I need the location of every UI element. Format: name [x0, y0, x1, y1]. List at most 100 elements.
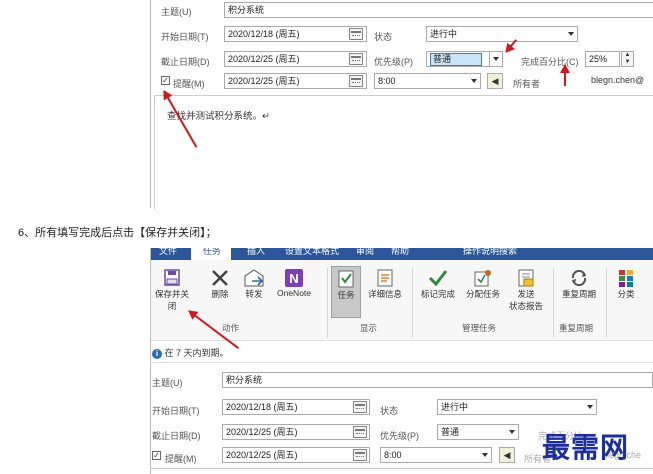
owner-label: 所有者: [513, 79, 541, 89]
lower-reminder-checkbox[interactable]: ✓: [152, 451, 161, 460]
calendar-icon[interactable]: [353, 401, 367, 413]
start-date-label: 开始日期(T): [161, 32, 209, 42]
details-button[interactable]: 详细信息: [364, 268, 406, 300]
tab-help[interactable]: 帮助: [391, 248, 409, 257]
tab-format-text[interactable]: 设置文本格式: [285, 248, 339, 257]
mark-complete-label: 标记完成: [420, 289, 455, 299]
onenote-icon: N: [283, 268, 305, 288]
tab-tell-me[interactable]: 操作说明搜索: [463, 248, 517, 257]
ribbon-separator: [553, 268, 554, 338]
forward-icon: [243, 268, 265, 288]
priority-value: 普通: [430, 53, 483, 66]
start-date-input[interactable]: 2020/12/18 (周五): [224, 26, 367, 42]
chevron-down-icon[interactable]: [468, 74, 480, 88]
calendar-icon[interactable]: [353, 449, 367, 461]
lower-subject-input[interactable]: 积分系统: [222, 372, 653, 388]
ribbon-separator: [606, 268, 607, 338]
ribbon-separator: [412, 268, 413, 338]
chevron-down-icon[interactable]: [584, 400, 596, 414]
lower-reminder-label: 提醒(M): [165, 454, 197, 464]
details-label: 详细信息: [367, 289, 402, 299]
body-top-border: [150, 468, 653, 469]
task-view-button[interactable]: 任务: [331, 266, 361, 318]
calendar-icon[interactable]: [349, 28, 363, 40]
ribbon-tab-bar: 文件 任务 插入 设置文本格式 审阅 帮助 操作说明搜索: [151, 248, 653, 260]
delete-icon: [209, 268, 231, 288]
subject-input[interactable]: 积分系统: [224, 2, 653, 18]
due-notice: i 在 7 天内到期。: [152, 346, 229, 359]
onenote-label: OneNote: [276, 288, 312, 298]
checkmark-icon: [427, 268, 449, 288]
group-recurrence-label: 重复周期: [559, 323, 594, 333]
recurrence-label: 重复周期: [561, 289, 596, 299]
chevron-down-icon[interactable]: [565, 27, 577, 41]
assign-task-label: 分配任务: [465, 289, 500, 299]
save-close-button[interactable]: 保存并关闭: [152, 268, 192, 312]
task-body[interactable]: 查找并测试积分系统。↵: [154, 95, 653, 209]
percent-complete-input[interactable]: 25%: [585, 51, 620, 67]
task-body-text: 查找并测试积分系统。↵: [167, 111, 270, 122]
chevron-down-icon[interactable]: [479, 448, 491, 462]
onenote-button[interactable]: N OneNote: [272, 268, 316, 298]
lower-start-date-input[interactable]: 2020/12/18 (周五): [222, 399, 370, 415]
lower-status-label: 状态: [380, 406, 399, 416]
chevron-down-icon[interactable]: [506, 425, 518, 439]
priority-select[interactable]: 普通: [426, 51, 503, 67]
speaker-icon[interactable]: ◀: [487, 73, 503, 89]
calendar-icon[interactable]: [349, 75, 363, 87]
percent-spinner[interactable]: ▲ ▼: [621, 51, 634, 67]
forward-button[interactable]: 转发: [241, 268, 267, 300]
recurrence-icon: [568, 268, 590, 288]
status-select[interactable]: 进行中: [426, 26, 578, 42]
mark-complete-button[interactable]: 标记完成: [417, 268, 459, 300]
tab-insert[interactable]: 插入: [247, 248, 265, 257]
lower-due-date-input[interactable]: 2020/12/25 (周五): [222, 424, 370, 440]
assign-task-button[interactable]: 分配任务: [461, 268, 505, 300]
send-status-report-button[interactable]: 发送 状态报告: [503, 268, 549, 312]
lower-subject-label: 主题(U): [152, 378, 183, 388]
delete-label: 删除: [211, 289, 229, 299]
calendar-icon[interactable]: [353, 426, 367, 438]
reminder-time-select[interactable]: 8:00: [374, 73, 481, 89]
lower-status-select[interactable]: 进行中: [437, 399, 597, 415]
categorize-label: 分类: [617, 289, 635, 299]
lower-status-value: 进行中: [441, 402, 469, 412]
tab-review[interactable]: 审阅: [356, 248, 374, 257]
status-report-icon: [515, 268, 537, 288]
delete-button[interactable]: 删除: [207, 268, 233, 300]
reminder-date-input[interactable]: 2020/12/25 (周五): [224, 73, 367, 89]
lower-priority-select[interactable]: 普通: [437, 424, 519, 440]
chevron-down-icon[interactable]: [489, 52, 502, 66]
send-report-label-2: 状态报告: [508, 301, 543, 311]
save-icon: [161, 268, 183, 288]
speaker-icon[interactable]: ◀: [499, 447, 515, 463]
lower-reminder-date-input[interactable]: 2020/12/25 (周五): [222, 447, 370, 463]
recurrence-button[interactable]: 重复周期: [557, 268, 601, 300]
save-close-label: 保存并关闭: [154, 289, 189, 311]
lower-reminder-time-value: 8:00: [384, 450, 402, 460]
owner-value: blegn.chen@: [591, 75, 645, 85]
lower-start-date-label: 开始日期(T): [152, 406, 200, 416]
svg-text:N: N: [289, 271, 298, 286]
reminder-time-value: 8:00: [378, 76, 396, 86]
lower-reminder-time-select[interactable]: 8:00: [380, 447, 492, 463]
due-date-input[interactable]: 2020/12/25 (周五): [224, 51, 367, 67]
group-show-label: 显示: [360, 323, 378, 333]
instruction-text: 6、所有填写完成后点击【保存并关闭】；: [18, 227, 217, 239]
lower-priority-value: 普通: [441, 427, 460, 437]
categorize-button[interactable]: 分类: [613, 268, 639, 300]
send-report-label-1: 发送: [517, 289, 535, 299]
tab-file[interactable]: 文件: [159, 248, 177, 257]
categorize-icon: [615, 268, 637, 288]
assign-task-icon: [472, 268, 494, 288]
divider: [150, 362, 653, 363]
subject-label: 主题(U): [161, 7, 192, 17]
reminder-checkbox[interactable]: ✓: [161, 76, 170, 85]
calendar-icon[interactable]: [349, 53, 363, 65]
lower-due-date-label: 截止日期(D): [152, 431, 201, 441]
task-view-label: 任务: [337, 290, 355, 300]
lower-priority-label: 优先级(P): [380, 431, 419, 441]
tab-task-label: 任务: [203, 248, 222, 256]
forward-label: 转发: [245, 289, 263, 299]
priority-label: 优先级(P): [374, 57, 413, 67]
